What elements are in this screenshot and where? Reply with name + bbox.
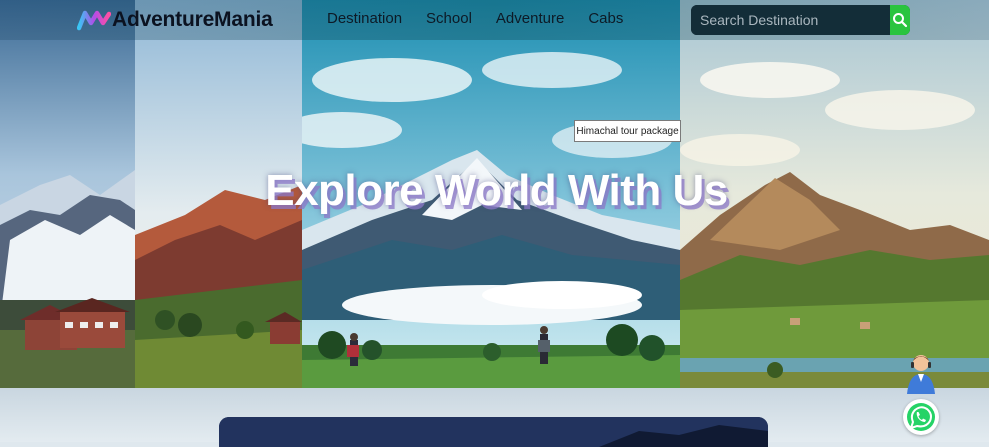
- search-button[interactable]: [890, 5, 910, 35]
- main-nav: Destination School Adventure Cabs: [327, 10, 647, 27]
- search-icon: [893, 13, 908, 28]
- search-bar: [691, 5, 910, 35]
- support-agent-button[interactable]: [905, 352, 937, 396]
- brand-logo[interactable]: AdventureMania: [77, 7, 273, 33]
- hero-title-text: Explore World With Us: [265, 166, 728, 215]
- nav-link-school[interactable]: School: [426, 10, 472, 27]
- nav-link-cabs[interactable]: Cabs: [588, 10, 623, 27]
- brand-name: AdventureMania: [112, 8, 273, 31]
- top-navbar: AdventureMania Destination School Advent…: [0, 0, 989, 40]
- nav-link-adventure[interactable]: Adventure: [496, 10, 564, 27]
- search-input[interactable]: [691, 5, 890, 35]
- image-tooltip: Himachal tour package: [574, 120, 681, 142]
- whatsapp-icon: [907, 403, 935, 431]
- whatsapp-button[interactable]: [903, 399, 939, 435]
- support-agent-icon: [907, 355, 935, 394]
- logo-mark-icon: [77, 10, 111, 31]
- featured-card-image: [219, 417, 768, 447]
- hero-title: Explore World With Us: [0, 166, 989, 216]
- nav-link-destination[interactable]: Destination: [327, 10, 402, 27]
- featured-card[interactable]: [219, 417, 768, 447]
